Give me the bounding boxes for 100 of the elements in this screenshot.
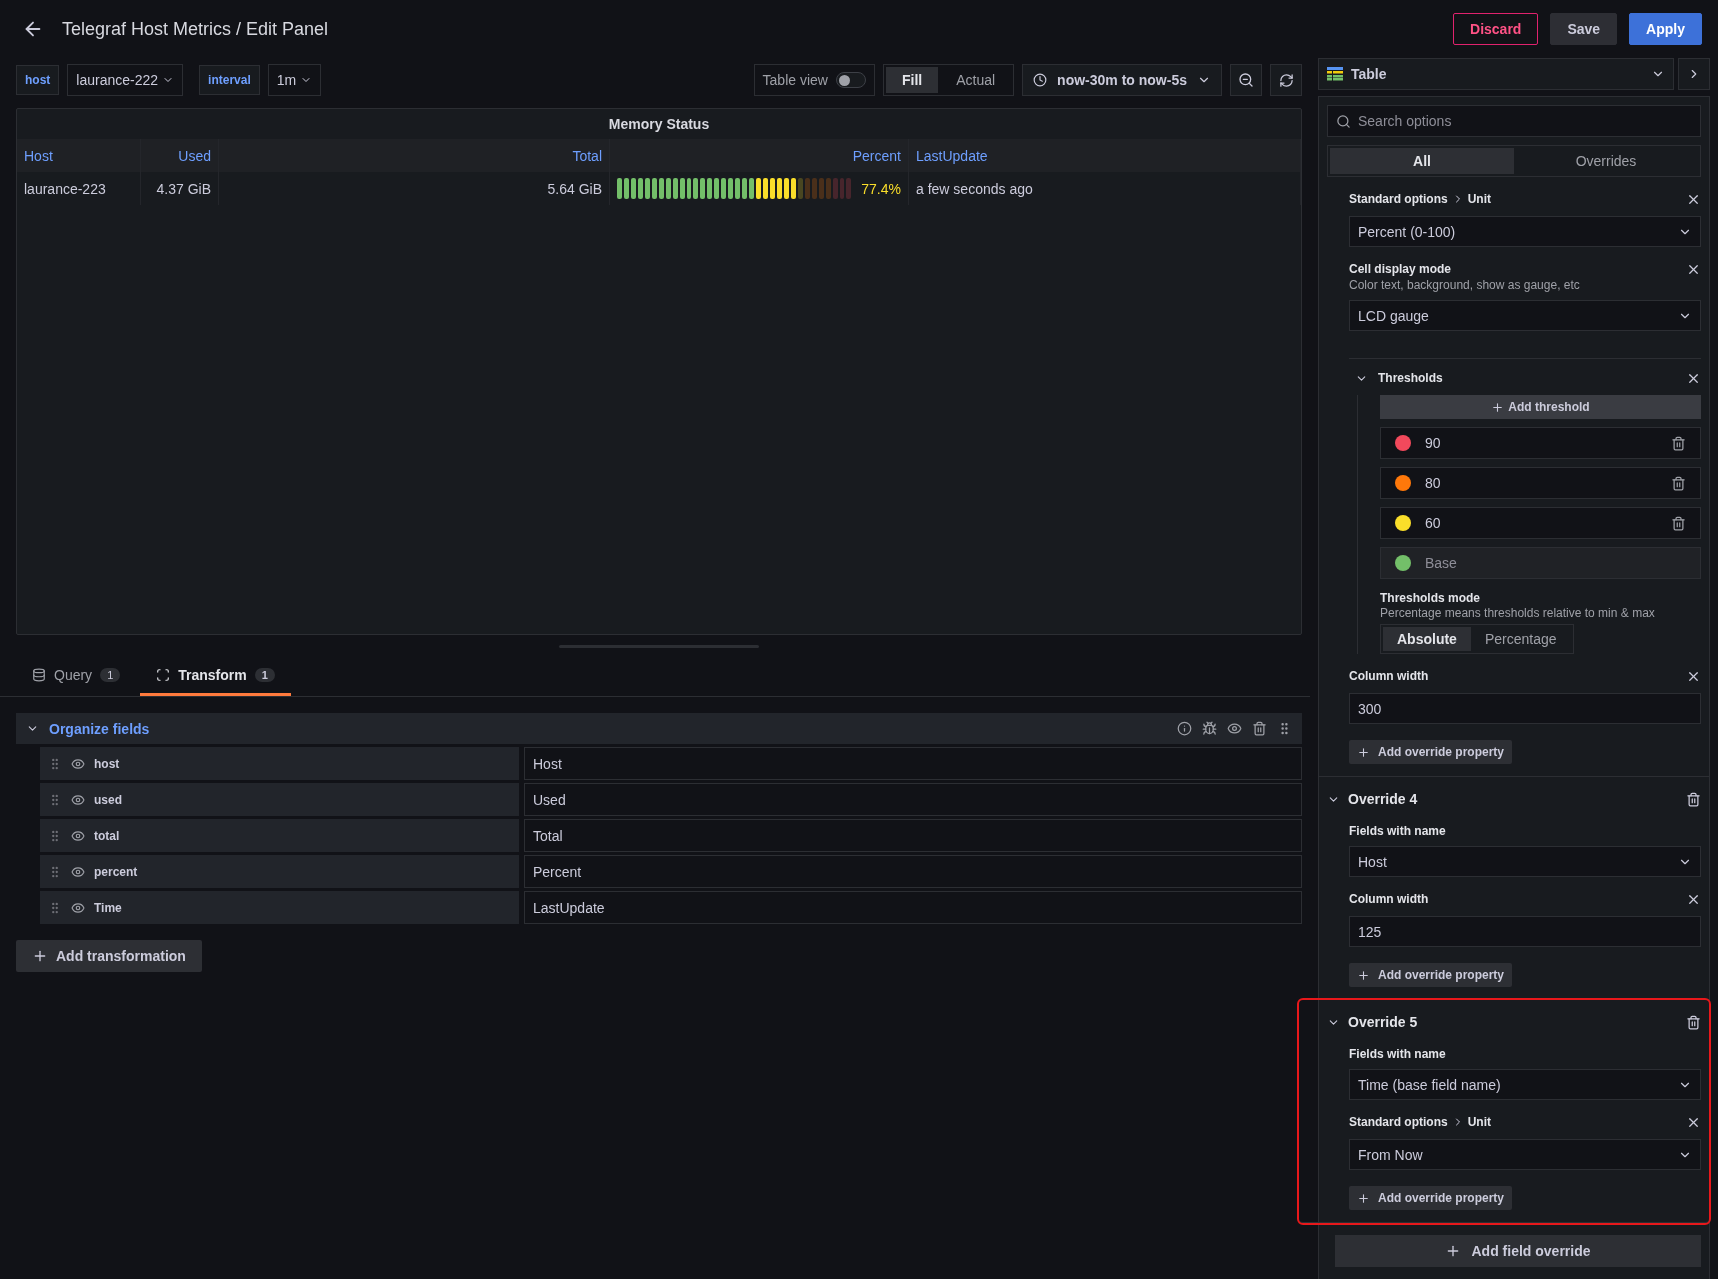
editor-tab[interactable]: Transform 1 (140, 657, 291, 696)
trash-icon[interactable] (1671, 515, 1686, 531)
rename-field[interactable]: Percent (524, 855, 1302, 888)
eye-icon[interactable] (71, 900, 85, 915)
field-label: percent (94, 864, 138, 879)
zoom-out-icon[interactable] (1230, 64, 1262, 96)
rename-field[interactable]: LastUpdate (524, 891, 1302, 924)
tab-count: 1 (254, 668, 275, 682)
property-label: Column width (1349, 892, 1429, 906)
column-header[interactable]: Percent (610, 139, 909, 172)
field-label: total (94, 828, 120, 843)
editor-tab[interactable]: Query 1 (16, 657, 137, 696)
field-select[interactable]: Host (1349, 846, 1701, 877)
property-label: Thresholds mode (1380, 591, 1481, 605)
table-cell: 4.37 GiB (141, 172, 219, 205)
toggle-switch[interactable] (835, 72, 866, 88)
threshold-value[interactable]: 80 (1425, 475, 1657, 491)
rename-field[interactable]: Total (524, 819, 1302, 852)
mode-option[interactable]: Percentage (1470, 627, 1571, 651)
property-label: Fields with name (1349, 824, 1447, 838)
field-label: used (94, 792, 122, 807)
color-dot[interactable] (1395, 555, 1411, 571)
variable-picker[interactable]: laurance-222 (67, 64, 184, 96)
unit-select[interactable]: LCD gauge (1349, 300, 1701, 331)
column-header[interactable]: Total (219, 139, 610, 172)
info-icon[interactable] (1177, 721, 1192, 736)
tab-label: Transform (178, 667, 247, 683)
add-field-override-button[interactable]: Add field override (1335, 1235, 1701, 1267)
tab-count: 1 (100, 668, 121, 682)
color-dot[interactable] (1395, 515, 1411, 531)
column-header[interactable]: LastUpdate (909, 139, 1301, 172)
plus-icon (1357, 745, 1370, 759)
property-label: Cell display mode (1349, 262, 1452, 276)
eye-icon[interactable] (1227, 721, 1242, 736)
table-cell: a few seconds ago (909, 172, 1301, 205)
color-dot[interactable] (1395, 475, 1411, 491)
threshold-value[interactable]: 60 (1425, 515, 1657, 531)
variable-picker[interactable]: 1m (267, 64, 322, 96)
transform-icon (156, 668, 171, 682)
eye-icon[interactable] (71, 828, 85, 843)
input-field[interactable]: 300 (1349, 693, 1701, 724)
property-label: Column width (1349, 669, 1429, 683)
threshold-value[interactable]: 90 (1425, 435, 1657, 451)
refresh-icon[interactable] (1270, 64, 1302, 96)
threshold-value[interactable]: Base (1425, 555, 1686, 571)
table-cell: laurance-223 (17, 172, 141, 205)
unit-select[interactable]: Percent (0-100) (1349, 216, 1701, 247)
field-label: host (94, 756, 120, 771)
mode-option[interactable]: Absolute (1383, 627, 1471, 651)
trash-icon[interactable] (1686, 1014, 1701, 1030)
visualization-picker[interactable]: Table (1318, 58, 1674, 90)
time-range-picker[interactable]: now-30m to now-5s (1022, 64, 1222, 96)
size-mode-option[interactable]: Fill (885, 67, 939, 93)
property-label: Unit (1467, 1115, 1491, 1129)
property-label: Standard options (1349, 192, 1448, 206)
eye-icon[interactable] (71, 792, 85, 807)
rename-field[interactable]: Host (524, 747, 1302, 780)
percent-value: 77.4% (861, 180, 901, 197)
eye-icon[interactable] (71, 864, 85, 879)
column-header[interactable]: Used (141, 139, 219, 172)
add-transformation-button[interactable]: Add transformation (16, 940, 202, 972)
plus-icon (1357, 1191, 1370, 1205)
panel-title: Memory Status (607, 115, 711, 134)
unit-select[interactable]: From Now (1349, 1139, 1701, 1170)
column-header[interactable]: Host (17, 139, 141, 172)
property-label: Thresholds (1378, 371, 1443, 385)
trash-icon[interactable] (1671, 435, 1686, 451)
variable-label: interval (199, 65, 260, 95)
tab-label: Query (54, 667, 93, 683)
plus-icon (1491, 400, 1505, 414)
trash-icon[interactable] (1686, 791, 1701, 807)
table-view-toggle[interactable]: Table view (753, 64, 875, 96)
size-mode-option[interactable]: Actual (940, 67, 1012, 93)
rename-field[interactable]: Used (524, 783, 1302, 816)
override-title: Override 4 (1348, 791, 1419, 807)
property-label: Fields with name (1349, 1047, 1447, 1061)
add-threshold-button[interactable]: Add threshold (1380, 395, 1701, 419)
variable-label: host (16, 65, 60, 95)
search-icon (1336, 114, 1351, 129)
search-field[interactable]: Search options (1327, 105, 1701, 137)
header-button[interactable]: Apply (1629, 13, 1702, 45)
add-override-property-button[interactable]: Add override property (1349, 740, 1513, 764)
property-label: Unit (1467, 192, 1491, 206)
input-field[interactable]: 125 (1349, 916, 1701, 947)
add-override-property-button[interactable]: Add override property (1349, 963, 1513, 987)
override-title: Override 5 (1348, 1014, 1419, 1030)
header-button[interactable]: Discard (1453, 13, 1539, 45)
transformation-title: Organize fields (49, 720, 151, 737)
options-tab[interactable]: Overrides (1514, 148, 1698, 174)
property-description: Percentage means thresholds relative to min & max (1380, 606, 1656, 620)
add-override-property-button[interactable]: Add override property (1349, 1186, 1513, 1210)
bug-icon[interactable] (1202, 721, 1217, 736)
color-dot[interactable] (1395, 435, 1411, 451)
trash-icon[interactable] (1671, 475, 1686, 491)
field-select[interactable]: Time (base field name) (1349, 1069, 1701, 1100)
options-tab[interactable]: All (1330, 148, 1514, 174)
trash-icon[interactable] (1252, 721, 1267, 736)
header-button[interactable]: Save (1550, 13, 1618, 45)
eye-icon[interactable] (71, 756, 85, 771)
property-label: Standard options (1349, 1115, 1448, 1129)
